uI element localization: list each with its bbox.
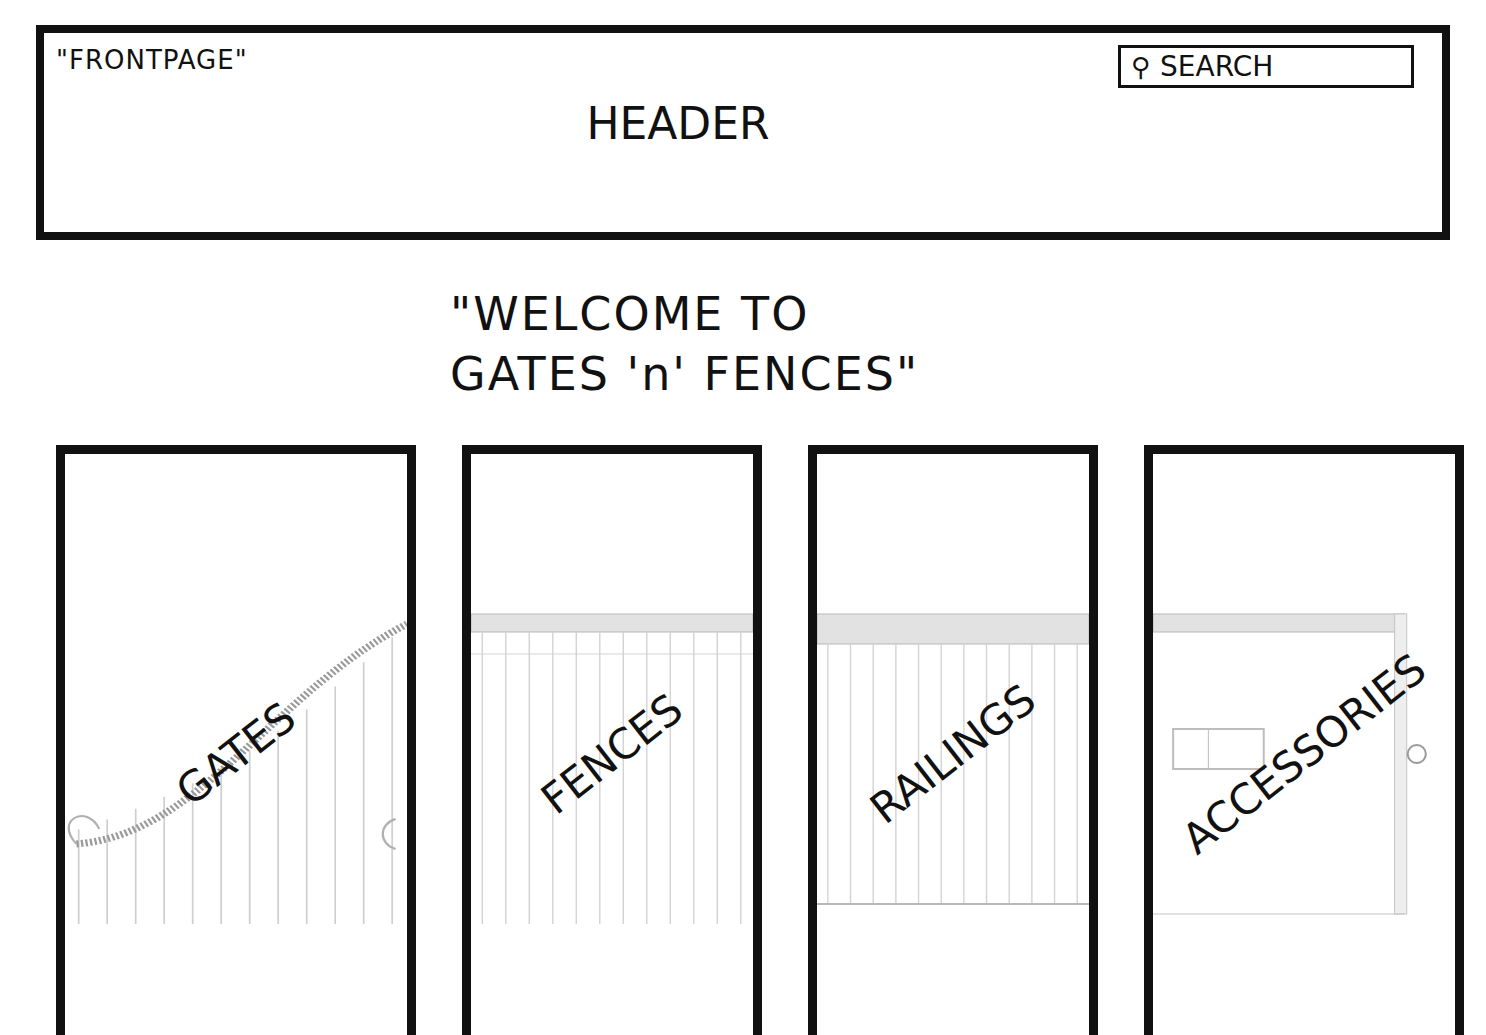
header: "FRONTPAGE" ⚲ SEARCH HEADER xyxy=(36,25,1450,240)
welcome-line: "WELCOME TO xyxy=(450,285,1486,345)
category-card[interactable]: GATES xyxy=(56,445,416,1035)
header-title: HEADER xyxy=(586,98,769,149)
search-field[interactable]: ⚲ SEARCH xyxy=(1118,45,1414,88)
welcome-line: GATES 'n' FENCES" xyxy=(450,345,1486,405)
category-card[interactable]: ACCESSORIES xyxy=(1144,445,1464,1035)
category-label: GATES xyxy=(167,692,305,815)
search-icon: ⚲ xyxy=(1131,54,1150,80)
page-label: "FRONTPAGE" xyxy=(56,45,248,75)
category-card[interactable]: RAILINGS xyxy=(808,445,1098,1035)
welcome-heading: "WELCOME TOGATES 'n' FENCES" xyxy=(0,240,1486,405)
category-card[interactable]: FENCES xyxy=(462,445,762,1035)
category-label: FENCES xyxy=(532,684,692,824)
search-placeholder: SEARCH xyxy=(1160,50,1273,83)
category-cards: GATES FENCES RAILINGS ACCESSORIES xyxy=(0,405,1486,1035)
category-label: RAILINGS xyxy=(861,674,1045,833)
frontpage: "FRONTPAGE"⚲SEARCHHEADER"WELCOME TOGATES… xyxy=(0,0,1486,1035)
